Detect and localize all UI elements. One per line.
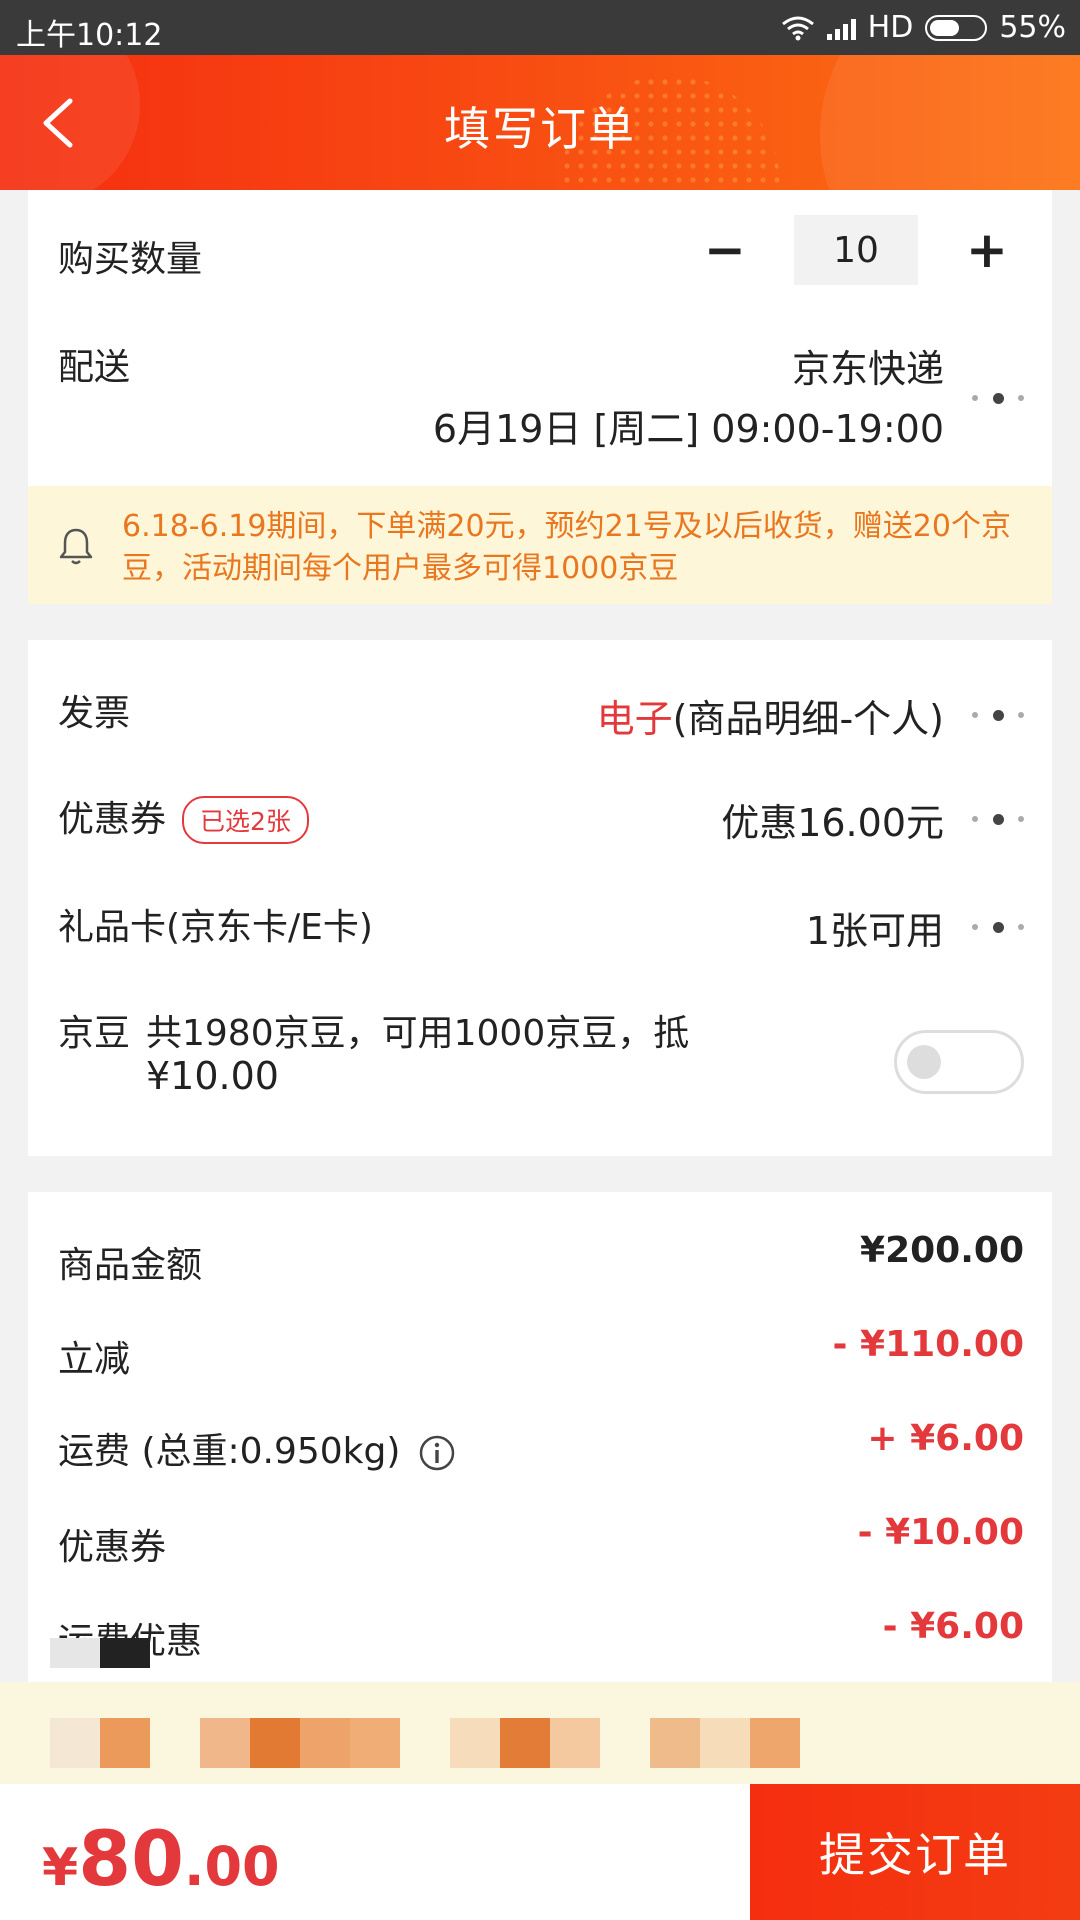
quantity-label: 购买数量: [58, 239, 203, 280]
invoice-type: 电子: [596, 697, 673, 741]
summary-row: 商品金额 ¥200.00: [28, 1192, 1052, 1286]
delivery-label: 配送: [58, 347, 131, 388]
discount-value: - ¥110.00: [832, 1324, 1024, 1365]
delivery-row[interactable]: 配送 京东快递 6月19日 [周二] 09:00-19:00: [28, 310, 1052, 486]
pixelated-overlay: [0, 1638, 1080, 1784]
giftcard-row[interactable]: 礼品卡(京东卡/E卡) 1张可用: [28, 856, 1052, 964]
jingdou-toggle[interactable]: [894, 1030, 1024, 1094]
pixel-block: [50, 1718, 100, 1768]
coupon-label: 优惠券: [58, 799, 167, 840]
payment-options-card: 发票 电子(商品明细-个人) 优惠券 已选2张 优惠16.00元 礼品卡(京东卡…: [28, 640, 1052, 1156]
pixel-block: [650, 1718, 700, 1768]
goods-amount-label: 商品金额: [58, 1245, 203, 1286]
jingdou-amount: ¥10.00: [146, 1054, 279, 1098]
page-header: 填写订单: [0, 55, 1080, 190]
shipping-label: 运费 (总重:0.950kg): [58, 1422, 456, 1474]
quantity-stepper: − 10 +: [690, 215, 1022, 285]
pixel-block: [250, 1718, 300, 1768]
toggle-knob: [907, 1045, 941, 1079]
pixel-block: [50, 1638, 100, 1668]
increase-button[interactable]: +: [952, 215, 1022, 285]
more-dots-icon[interactable]: [972, 813, 1024, 825]
quantity-row: 购买数量 − 10 +: [28, 190, 1052, 310]
invoice-value: 电子(商品明细-个人): [597, 688, 944, 743]
giftcard-label: 礼品卡(京东卡/E卡): [58, 907, 373, 948]
submit-order-button[interactable]: 提交订单: [750, 1784, 1080, 1920]
promo-notice: 6.18-6.19期间，下单满20元，预约21号及以后收货，赠送20个京豆，活动…: [28, 486, 1052, 604]
delivery-carrier: 京东快递: [791, 347, 944, 391]
more-dots-icon[interactable]: [972, 392, 1024, 404]
delivery-time: 6月19日 [周二] 09:00-19:00: [432, 407, 944, 451]
pixel-block: [200, 1718, 250, 1768]
invoice-row[interactable]: 发票 电子(商品明细-个人): [28, 640, 1052, 748]
invoice-detail: (商品明细-个人): [672, 697, 944, 741]
jingdou-label: 京豆: [58, 1013, 131, 1054]
status-bar: 上午10:12 HD 55%: [0, 0, 1080, 55]
amount-summary-card: 商品金额 ¥200.00 立减 - ¥110.00 运费 (总重:0.950kg…: [28, 1192, 1052, 1682]
quantity-input[interactable]: 10: [794, 215, 918, 285]
summary-row: 立减 - ¥110.00: [28, 1286, 1052, 1380]
info-icon[interactable]: [418, 1434, 456, 1472]
goods-amount-value: ¥200.00: [860, 1230, 1024, 1271]
pixel-block: [350, 1718, 400, 1768]
battery-percent: 55%: [999, 10, 1066, 45]
decrease-button[interactable]: −: [690, 215, 760, 285]
status-indicators: HD 55%: [781, 10, 1066, 45]
network-type: HD: [867, 10, 914, 45]
pixel-block: [100, 1638, 150, 1668]
coupon-selected-badge: 已选2张: [182, 796, 309, 844]
summary-row: 优惠券 - ¥10.00: [28, 1474, 1052, 1568]
total-decimal: .00: [183, 1835, 280, 1898]
pixel-block: [100, 1718, 150, 1768]
order-basic-card: 购买数量 − 10 + 配送 京东快递 6月19日 [周二] 09:00-19:…: [28, 190, 1052, 486]
shipping-label-text: 运费 (总重:0.950kg): [58, 1431, 401, 1472]
signal-icon: [826, 16, 856, 40]
summary-row: 运费 (总重:0.950kg) + ¥6.00: [28, 1380, 1052, 1474]
shipping-discount-value: - ¥6.00: [882, 1606, 1024, 1647]
coupon-row[interactable]: 优惠券 已选2张 优惠16.00元: [28, 748, 1052, 856]
coupon-discount-value: - ¥10.00: [857, 1512, 1024, 1553]
pixel-block: [300, 1718, 350, 1768]
page-title: 填写订单: [444, 102, 636, 156]
pixel-block: [550, 1718, 600, 1768]
status-time: 上午10:12: [16, 18, 163, 53]
coupon-discount-label: 优惠券: [58, 1527, 167, 1568]
coupon-value: 优惠16.00元: [721, 801, 944, 845]
pixel-block: [500, 1718, 550, 1768]
discount-label: 立减: [58, 1339, 131, 1380]
shipping-value: + ¥6.00: [867, 1418, 1024, 1459]
bell-icon: [59, 528, 93, 565]
wifi-icon: [781, 16, 814, 40]
order-total: ¥80.00: [42, 1814, 280, 1903]
promo-notice-text: 6.18-6.19期间，下单满20元，预约21号及以后收货，赠送20个京豆，活动…: [122, 509, 1011, 586]
more-dots-icon[interactable]: [972, 921, 1024, 933]
pixel-block: [700, 1718, 750, 1768]
giftcard-value: 1张可用: [805, 909, 944, 953]
bottom-bar: ¥80.00 提交订单: [0, 1784, 1080, 1920]
total-currency: ¥: [42, 1838, 79, 1898]
invoice-label: 发票: [58, 693, 131, 734]
summary-row: 运费优惠 - ¥6.00: [28, 1568, 1052, 1662]
jingdou-description: 共1980京豆，可用1000京豆，抵: [146, 1013, 690, 1054]
more-dots-icon[interactable]: [972, 709, 1024, 721]
battery-icon: [925, 14, 988, 41]
pixel-block: [750, 1718, 800, 1768]
pixel-block: [450, 1718, 500, 1768]
total-integer: 80: [78, 1814, 184, 1903]
